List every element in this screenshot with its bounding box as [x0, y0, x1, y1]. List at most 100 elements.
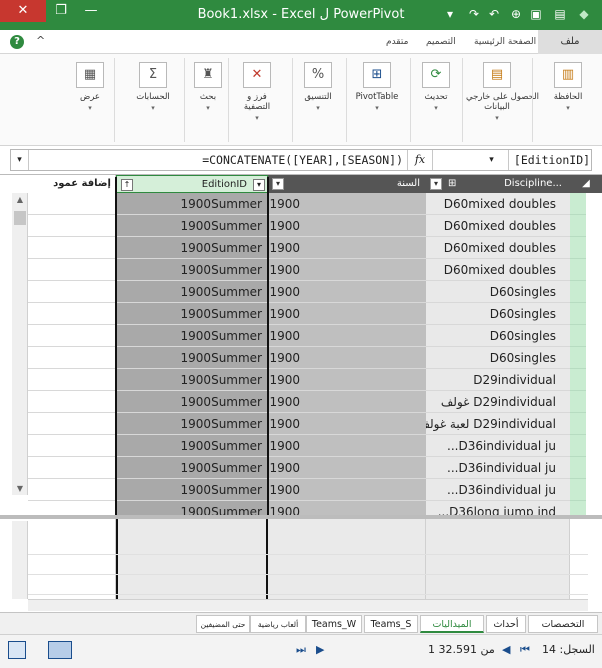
column-header-discipline[interactable]: ▾ ⊞ Discipline... [426, 175, 570, 193]
cell-discipline[interactable]: D36individual ju... [426, 435, 570, 457]
cell-discipline[interactable]: D60singles [426, 347, 570, 369]
cell-year[interactable]: 1900 [268, 281, 426, 303]
cell-year[interactable]: 1900 [268, 325, 426, 347]
cell-add-column[interactable] [28, 435, 116, 457]
get-external-data-button[interactable]: ▤ الحصول على خارجي البيانات ▾ [466, 62, 539, 122]
cell-add-column[interactable] [28, 215, 116, 237]
tab-file[interactable]: ملف [538, 30, 602, 54]
scroll-thumb[interactable] [14, 211, 26, 225]
last-record-icon[interactable]: ⏭ [296, 643, 306, 657]
cell-editionid[interactable]: 1900Summer [116, 259, 268, 281]
cell-discipline[interactable]: D36individual ju... [426, 457, 570, 479]
name-box[interactable]: [EditionID] [513, 153, 591, 167]
row-header[interactable] [570, 369, 586, 391]
sheet-tab[interactable]: Teams_W [306, 615, 362, 633]
minimize-button[interactable]: — [78, 0, 104, 22]
pivot-icon[interactable]: ⊕ [508, 5, 524, 23]
cell-editionid[interactable]: 1900Summer [116, 391, 268, 413]
cell-editionid[interactable]: 1900Summer [116, 479, 268, 501]
cell-discipline[interactable]: D60singles [426, 281, 570, 303]
refresh-button[interactable]: ⟳ تحديث ▾ [414, 62, 458, 112]
column-dropdown-icon[interactable]: ▾ [430, 178, 442, 190]
cell-year[interactable]: 1900 [268, 413, 426, 435]
sort-filter-button[interactable]: ✕ فرز و التصفية ▾ [232, 62, 282, 122]
formula-input[interactable]: =CONCATENATE([YEAR],[SEASON]) [31, 153, 403, 167]
calculations-button[interactable]: Σ الحسابات ▾ [128, 62, 178, 112]
cell-year[interactable]: 1900 [268, 259, 426, 281]
expand-formula-icon[interactable]: ▾ [11, 150, 29, 170]
cell-year[interactable]: 1900 [268, 369, 426, 391]
cell-editionid[interactable]: 1900Summer [116, 347, 268, 369]
cell-discipline[interactable]: D29individual [426, 369, 570, 391]
save-icon[interactable]: ▣ [528, 5, 544, 23]
window-icon[interactable]: ▤ [552, 5, 568, 23]
sheet-tab[interactable]: الميداليات [420, 615, 484, 633]
sheet-tab[interactable]: التخصصات [528, 615, 598, 633]
paste-button[interactable]: ▥ الحافظة ▾ [540, 62, 596, 112]
row-header[interactable] [570, 347, 586, 369]
row-header[interactable] [570, 435, 586, 457]
undo-icon[interactable]: ↶ [486, 5, 502, 23]
column-dropdown-icon[interactable]: ▾ [272, 178, 284, 190]
first-record-icon[interactable]: ⏮ [520, 643, 530, 657]
cell-editionid[interactable]: 1900Summer [116, 303, 268, 325]
sort-icon[interactable]: ↑ [121, 179, 133, 191]
tab-advanced[interactable]: متقدم [386, 37, 408, 47]
cell-editionid[interactable]: 1900Summer [116, 281, 268, 303]
cell-discipline[interactable]: D29individual لعبة غولف [426, 413, 570, 435]
horizontal-scrollbar[interactable] [28, 599, 588, 611]
row-header[interactable] [570, 413, 586, 435]
cell-year[interactable]: 1900 [268, 193, 426, 215]
cell-add-column[interactable] [28, 193, 116, 215]
redo-icon[interactable]: ↷ [466, 5, 482, 23]
row-header[interactable] [570, 281, 586, 303]
tab-home[interactable]: الصفحة الرئيسية [474, 37, 536, 47]
pivottable-button[interactable]: ⊞ PivotTable ▾ [350, 62, 404, 112]
cell-editionid[interactable]: 1900Summer [116, 325, 268, 347]
cell-editionid[interactable]: 1900Summer [116, 413, 268, 435]
vertical-scrollbar[interactable]: ▲ ▼ [12, 193, 28, 495]
cell-add-column[interactable] [28, 347, 116, 369]
cell-discipline[interactable]: D60singles [426, 303, 570, 325]
cell-discipline[interactable]: D36individual ju... [426, 479, 570, 501]
column-dropdown-icon[interactable]: ▾ [253, 179, 265, 191]
cell-add-column[interactable] [28, 237, 116, 259]
column-header-year[interactable]: ▾ السنة [268, 175, 426, 193]
row-header[interactable] [570, 479, 586, 501]
cell-add-column[interactable] [28, 391, 116, 413]
customize-icon[interactable]: ▾ [442, 5, 458, 23]
select-all-corner[interactable]: ◢ [570, 175, 602, 193]
diagram-view-toggle[interactable] [48, 641, 72, 659]
cell-year[interactable]: 1900 [268, 457, 426, 479]
cell-add-column[interactable] [28, 325, 116, 347]
sheet-tab[interactable]: حتى المضيفين [196, 615, 250, 633]
help-icon[interactable]: ? [10, 35, 24, 49]
cell-add-column[interactable] [28, 369, 116, 391]
tab-design[interactable]: التصميم [426, 37, 456, 47]
cell-year[interactable]: 1900 [268, 435, 426, 457]
collapse-ribbon-icon[interactable]: ^ [36, 34, 45, 47]
name-box-dropdown[interactable]: ▾ [475, 150, 509, 170]
cell-add-column[interactable] [28, 259, 116, 281]
cell-year[interactable]: 1900 [268, 215, 426, 237]
row-header[interactable] [570, 237, 586, 259]
cell-editionid[interactable]: 1900Summer [116, 435, 268, 457]
sheet-tab[interactable]: ألعاب رياضية [250, 615, 306, 633]
scroll-up-icon[interactable]: ▲ [12, 195, 28, 204]
next-record-icon[interactable]: ▶ [316, 643, 324, 656]
cell-year[interactable]: 1900 [268, 391, 426, 413]
cell-year[interactable]: 1900 [268, 237, 426, 259]
cell-add-column[interactable] [28, 303, 116, 325]
cell-year[interactable]: 1900 [268, 303, 426, 325]
scroll-down-icon[interactable]: ▼ [12, 484, 28, 493]
cell-discipline[interactable]: D60singles [426, 325, 570, 347]
calculation-area[interactable] [28, 519, 588, 599]
row-header[interactable] [570, 215, 586, 237]
cell-discipline[interactable]: D60mixed doubles [426, 215, 570, 237]
column-header-editionid[interactable]: ↑ EditionID ▾ [116, 175, 268, 193]
cell-year[interactable]: 1900 [268, 479, 426, 501]
sheet-tab[interactable]: Teams_S [364, 615, 418, 633]
row-header[interactable] [570, 325, 586, 347]
row-header[interactable] [570, 391, 586, 413]
cell-discipline[interactable]: D60mixed doubles [426, 259, 570, 281]
